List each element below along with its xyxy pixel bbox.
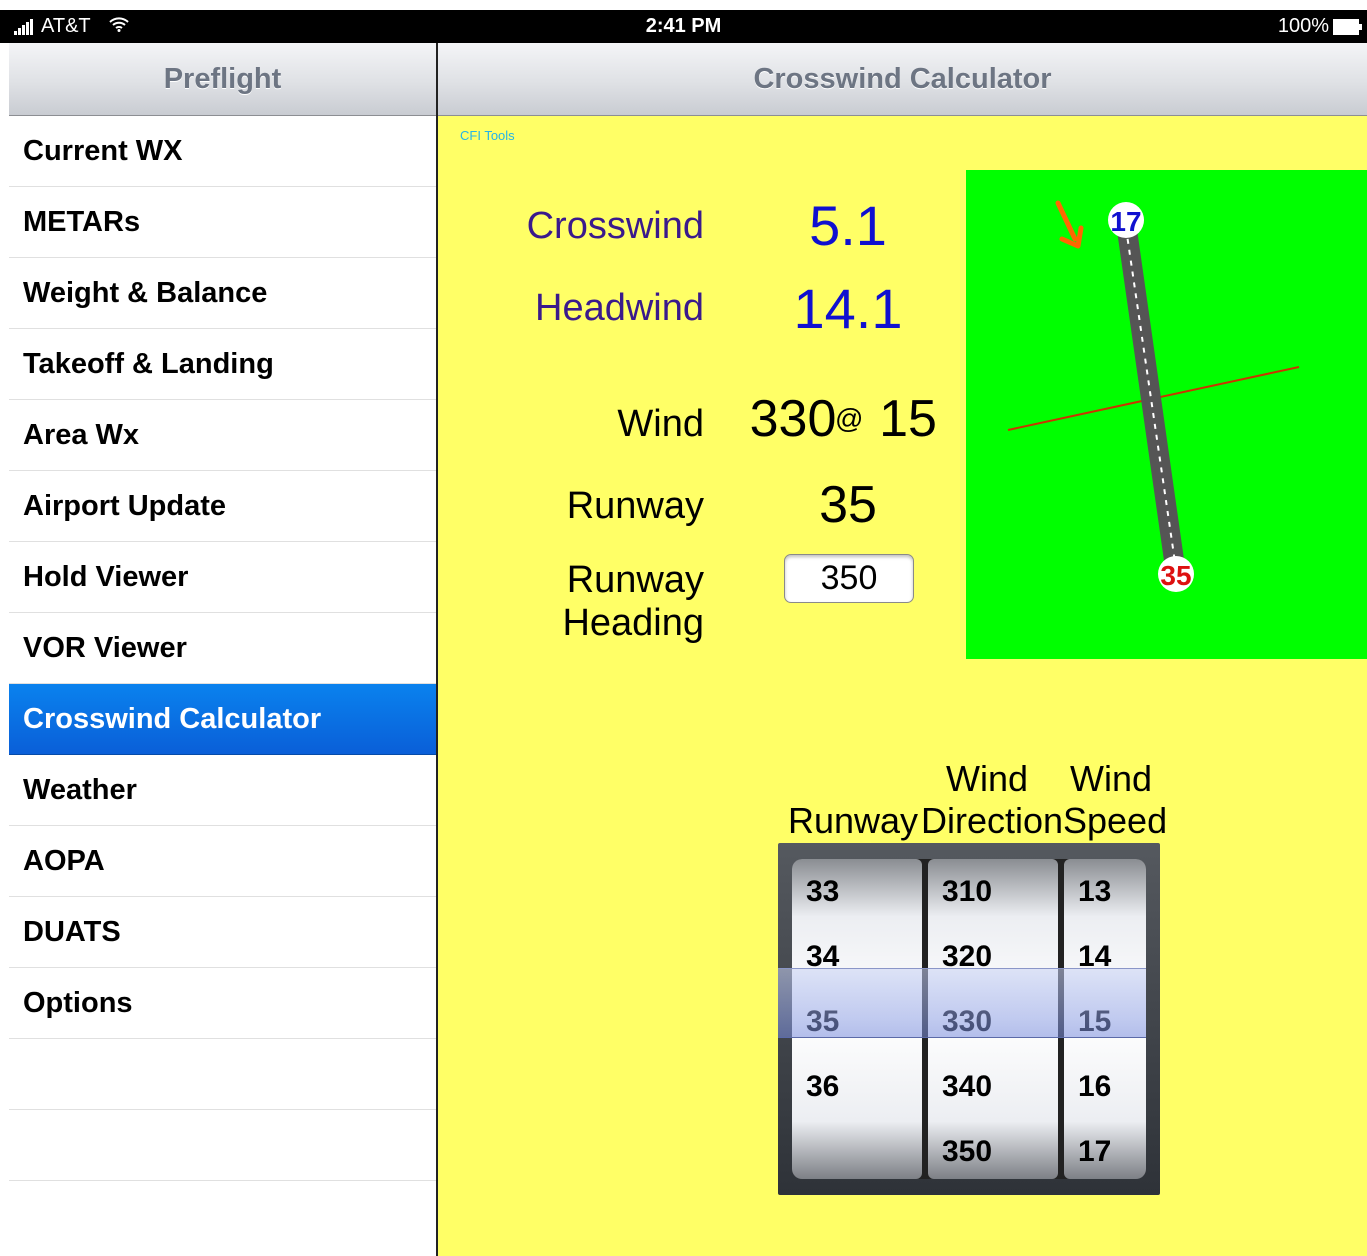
menu-item-current-wx[interactable]: Current WX xyxy=(9,116,436,187)
crosswind-label: Crosswind xyxy=(526,205,704,247)
menu-item-label: Weight & Balance xyxy=(23,276,268,309)
runway-heading-input[interactable]: 350 xyxy=(784,554,914,603)
picker-header-wind-direction: Wind Direction xyxy=(921,758,1064,842)
menu-item-label: Takeoff & Landing xyxy=(23,347,274,380)
wind-speed-value: 15 xyxy=(879,390,937,448)
runway-diagram-svg: 17 35 xyxy=(1007,200,1300,592)
menu-item-weight-balance[interactable]: Weight & Balance xyxy=(9,258,436,329)
menu-item-takeoff-landing[interactable]: Takeoff & Landing xyxy=(9,329,436,400)
picker-header-wind-speed-line2: Speed xyxy=(1063,800,1168,841)
picker-cell[interactable]: 33 xyxy=(806,859,839,924)
master-nav-bar: Preflight xyxy=(9,43,436,116)
menu-item-weather[interactable]: Weather xyxy=(9,755,436,826)
menu-item-label: METARs xyxy=(23,205,141,238)
detail-nav-bar: Crosswind Calculator xyxy=(438,43,1367,116)
runway-heading-label: Runway Heading xyxy=(562,559,704,644)
picker-header-runway-text: Runway xyxy=(788,800,919,841)
picker-selection-indicator xyxy=(778,968,1146,1038)
menu-item-label: Hold Viewer xyxy=(23,560,189,593)
menu-item-label: Airport Update xyxy=(23,489,226,522)
detail-title: Crosswind Calculator xyxy=(753,62,1052,95)
wind-at-symbol: @ xyxy=(835,403,864,434)
menu-item-crosswind-calculator[interactable]: Crosswind Calculator xyxy=(9,684,436,755)
menu-item-label: Area Wx xyxy=(23,418,140,451)
brand-label: CFI Tools xyxy=(460,128,515,143)
empty-row xyxy=(9,1039,436,1110)
empty-row xyxy=(9,1110,436,1181)
menu-item-metars[interactable]: METARs xyxy=(9,187,436,258)
menu-item-label: Crosswind Calculator xyxy=(23,702,322,735)
menu-item-aopa[interactable]: AOPA xyxy=(9,826,436,897)
runway-heading-value: 350 xyxy=(820,559,878,597)
wind-arrow-icon xyxy=(1055,200,1084,249)
status-bar: AT&T 2:41 PM 100% xyxy=(0,10,1367,43)
menu-item-label: DUATS xyxy=(23,915,121,948)
menu-item-area-wx[interactable]: Area Wx xyxy=(9,400,436,471)
detail-pane: Crosswind Calculator CFI Tools Crosswind… xyxy=(438,43,1367,1256)
runway-diagram: 17 35 xyxy=(966,170,1367,659)
status-time: 2:41 PM xyxy=(645,15,722,37)
wind-direction-value: 330 xyxy=(749,390,837,448)
crosswind-value: 5.1 xyxy=(809,194,887,257)
menu-item-label: Options xyxy=(23,986,133,1019)
picker-cell[interactable]: 17 xyxy=(1078,1119,1111,1179)
headwind-label: Headwind xyxy=(535,287,704,329)
master-title: Preflight xyxy=(163,62,282,95)
battery-percentage: 100% xyxy=(1277,15,1329,37)
menu-item-label: AOPA xyxy=(23,844,105,877)
picker-cell[interactable]: 16 xyxy=(1078,1054,1111,1119)
picker-header-wind-speed: Wind Speed xyxy=(1063,758,1168,842)
picker-cell[interactable]: 350 xyxy=(942,1119,992,1179)
menu-item-label: Current WX xyxy=(23,134,183,167)
status-right: 100% xyxy=(1277,15,1362,38)
runway-end-top-label: 17 xyxy=(1110,206,1141,237)
menu-item-options[interactable]: Options xyxy=(9,968,436,1039)
runway-label: Runway xyxy=(566,485,704,527)
runway-value: 35 xyxy=(819,476,877,534)
picker-header-wind-direction-line1: Wind xyxy=(945,758,1029,799)
runway-end-bottom-label: 35 xyxy=(1160,560,1191,591)
headwind-value: 14.1 xyxy=(793,277,903,340)
wind-label: Wind xyxy=(617,403,704,445)
wind-picker[interactable]: 33 34 35 36 310 320 330 340 350 13 14 15… xyxy=(778,843,1160,1195)
menu-item-duats[interactable]: DUATS xyxy=(9,897,436,968)
picker-header-runway: Runway xyxy=(788,800,919,842)
picker-header-wind-speed-line1: Wind xyxy=(1069,758,1153,799)
menu-item-label: Weather xyxy=(23,773,137,806)
menu-list: Current WX METARs Weight & Balance Takeo… xyxy=(9,116,436,1181)
picker-header-wind-direction-line2: Direction xyxy=(921,800,1064,841)
picker-cell[interactable]: 13 xyxy=(1078,859,1111,924)
picker-cell[interactable]: 340 xyxy=(942,1054,992,1119)
picker-cell[interactable]: 310 xyxy=(942,859,992,924)
menu-item-airport-update[interactable]: Airport Update xyxy=(9,471,436,542)
menu-item-vor-viewer[interactable]: VOR Viewer xyxy=(9,613,436,684)
battery-icon xyxy=(1333,18,1362,35)
picker-cell[interactable]: 36 xyxy=(806,1054,839,1119)
menu-item-hold-viewer[interactable]: Hold Viewer xyxy=(9,542,436,613)
menu-item-label: VOR Viewer xyxy=(23,631,187,664)
master-pane: Preflight Current WX METARs Weight & Bal… xyxy=(9,43,436,1256)
